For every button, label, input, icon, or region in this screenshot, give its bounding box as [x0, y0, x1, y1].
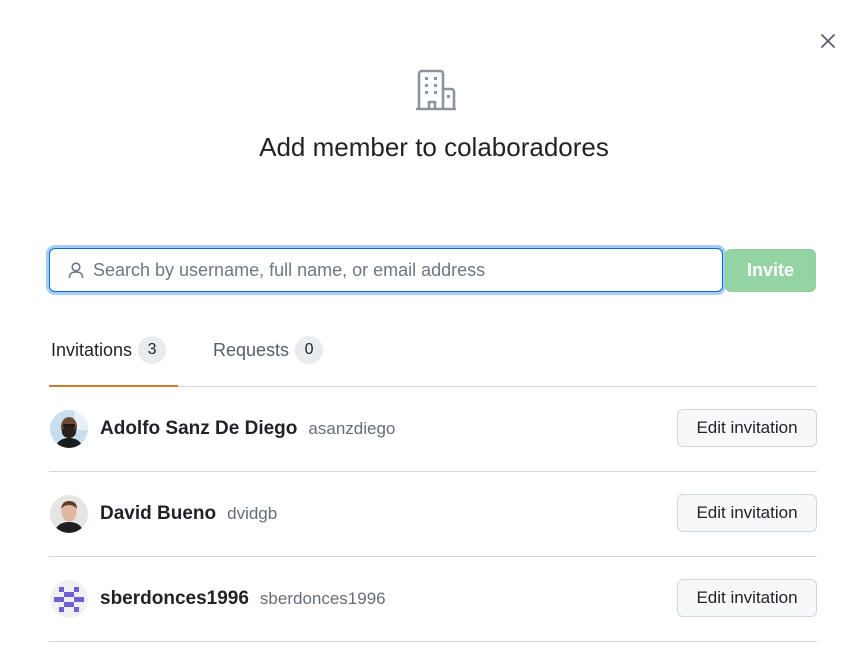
tab-label: Requests	[213, 340, 290, 360]
list-item: Adolfo Sanz De Diego asanzdiego Edit inv…	[49, 387, 817, 472]
tab-bar: Invitations 3 Requests 0	[49, 334, 817, 387]
avatar	[50, 580, 88, 618]
avatar	[50, 410, 88, 448]
invitation-list: Adolfo Sanz De Diego asanzdiego Edit inv…	[49, 387, 817, 642]
search-field[interactable]	[49, 248, 723, 292]
organization-icon	[416, 69, 456, 111]
user-login: asanzdiego	[308, 419, 396, 438]
x-icon	[821, 34, 835, 48]
counter-badge: 3	[138, 336, 167, 364]
dialog-title: Add member to colaboradores	[259, 132, 609, 162]
tab-label: Invitations	[51, 340, 133, 360]
add-member-dialog: Add member to colaboradores Invite Invit…	[0, 0, 858, 656]
user-name: sberdonces1996	[100, 588, 249, 609]
edit-invitation-button[interactable]: Edit invitation	[677, 579, 817, 617]
user-login: dvidgb	[227, 504, 278, 523]
counter-badge: 0	[295, 336, 324, 364]
user-name: David Bueno	[100, 503, 217, 524]
tab-requests[interactable]: Requests 0	[213, 334, 333, 387]
tab-invitations[interactable]: Invitations 3	[51, 334, 178, 387]
edit-invitation-button[interactable]: Edit invitation	[677, 409, 817, 447]
user-name: Adolfo Sanz De Diego	[100, 418, 298, 439]
list-item: sberdonces1996 sberdonces1996 Edit invit…	[49, 557, 817, 642]
list-item: David Bueno dvidgb Edit invitation	[49, 472, 817, 557]
user-login: sberdonces1996	[259, 589, 386, 608]
person-icon	[68, 262, 84, 279]
invite-button[interactable]: Invite	[725, 249, 816, 292]
avatar	[50, 495, 88, 533]
search-input[interactable]	[93, 250, 722, 290]
close-button[interactable]	[816, 29, 840, 53]
edit-invitation-button[interactable]: Edit invitation	[677, 494, 817, 532]
